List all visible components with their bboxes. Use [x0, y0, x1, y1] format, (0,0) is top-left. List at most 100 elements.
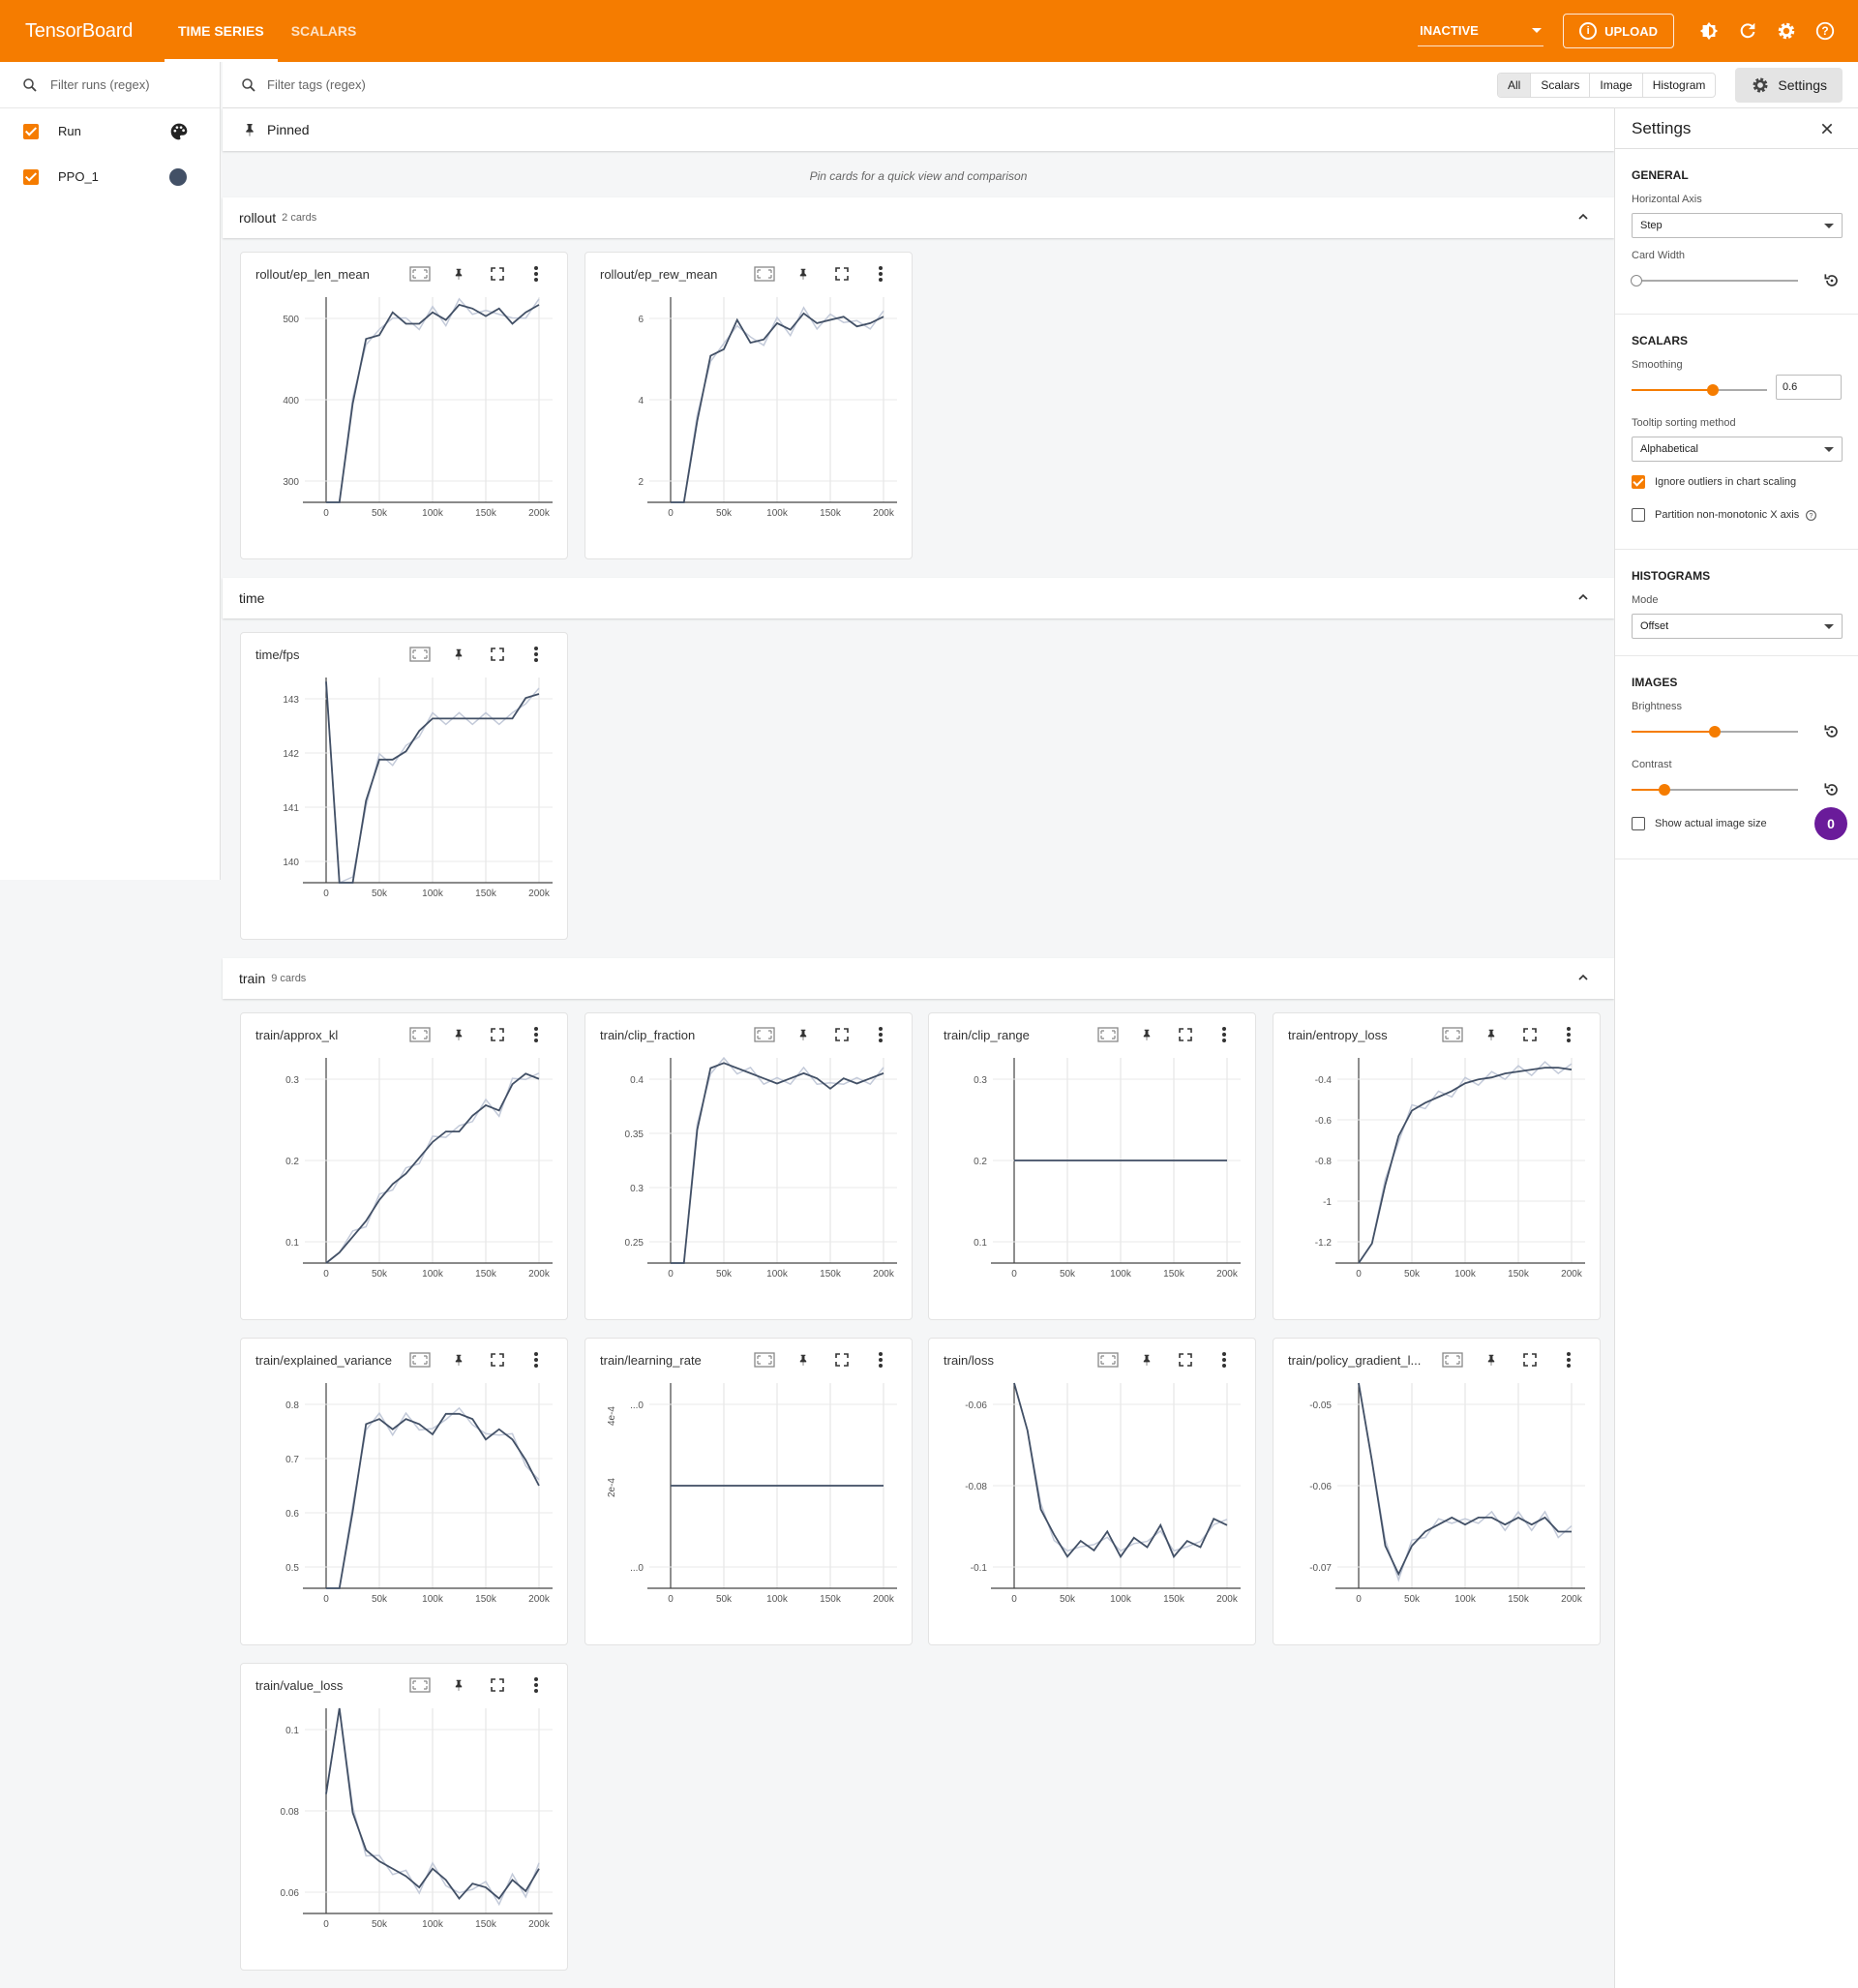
fit-domain-icon[interactable] [401, 645, 439, 664]
pin-icon[interactable] [439, 1675, 478, 1695]
tab-scalars[interactable]: SCALARS [278, 0, 371, 62]
fit-domain-icon[interactable] [401, 1025, 439, 1044]
tooltip-sort-select[interactable]: Alphabetical [1632, 437, 1843, 462]
slider-thumb[interactable] [1631, 275, 1642, 286]
fullscreen-icon[interactable] [1511, 1350, 1549, 1370]
fit-domain-icon[interactable] [745, 1025, 784, 1044]
pin-icon[interactable] [439, 264, 478, 284]
fit-domain-icon[interactable] [745, 1350, 784, 1370]
pin-icon[interactable] [439, 645, 478, 664]
fullscreen-icon[interactable] [478, 264, 517, 284]
pin-icon[interactable] [1127, 1350, 1166, 1370]
fullscreen-icon[interactable] [1166, 1025, 1205, 1044]
line-chart[interactable]: 0 50k 100k 150k 200k 143 142 141 140 [241, 672, 569, 941]
fullscreen-icon[interactable] [823, 1350, 861, 1370]
more-vert-icon[interactable] [517, 1350, 555, 1370]
type-all-button[interactable]: All [1498, 73, 1532, 97]
more-vert-icon[interactable] [517, 1675, 555, 1695]
line-chart[interactable]: 0 50k 100k 150k 200k 0.3 0.2 0.1 [241, 1052, 569, 1321]
more-vert-icon[interactable] [517, 264, 555, 284]
card-width-slider[interactable] [1631, 265, 1842, 296]
line-chart[interactable]: 0 50k 100k 150k 200k 0.3 0.2 0.1 [929, 1052, 1257, 1321]
run-filter[interactable]: Filter runs (regex) [0, 62, 220, 108]
run-color-swatch[interactable] [169, 167, 187, 186]
line-chart[interactable]: 0 50k 100k 150k 200k -0.05 -0.06 -0.07 [1274, 1377, 1602, 1646]
fullscreen-icon[interactable] [1166, 1350, 1205, 1370]
fit-domain-icon[interactable] [1433, 1350, 1472, 1370]
pin-icon[interactable] [439, 1025, 478, 1044]
pin-icon[interactable] [784, 264, 823, 284]
group-header-rollout[interactable]: rollout 2 cards [223, 197, 1614, 238]
fullscreen-icon[interactable] [478, 1675, 517, 1695]
partition-checkbox[interactable] [1632, 508, 1645, 522]
pin-icon[interactable] [439, 1350, 478, 1370]
slider-thumb[interactable] [1707, 384, 1719, 396]
pin-icon[interactable] [784, 1350, 823, 1370]
help-button[interactable]: ? [1806, 12, 1844, 50]
reset-icon[interactable] [1822, 780, 1842, 799]
more-vert-icon[interactable] [1205, 1025, 1244, 1044]
ignore-outliers-option[interactable]: Ignore outliers in chart scaling [1632, 475, 1842, 489]
more-vert-icon[interactable] [861, 264, 900, 284]
line-chart[interactable]: 0 50k 100k 150k 200k 500 400 300 [241, 291, 569, 560]
brightness-slider[interactable] [1632, 716, 1842, 747]
slider-thumb[interactable] [1709, 726, 1721, 738]
close-icon[interactable] [1819, 121, 1835, 136]
chevron-up-icon[interactable] [1575, 589, 1591, 605]
fit-domain-icon[interactable] [745, 264, 784, 284]
pin-icon[interactable] [1127, 1025, 1166, 1044]
reset-icon[interactable] [1822, 271, 1842, 290]
mode-select[interactable]: Offset [1632, 614, 1843, 639]
more-vert-icon[interactable] [861, 1025, 900, 1044]
pin-icon[interactable] [1472, 1350, 1511, 1370]
pin-icon[interactable] [1472, 1025, 1511, 1044]
tag-filter[interactable]: Filter tags (regex) [223, 76, 1497, 94]
fullscreen-icon[interactable] [478, 645, 517, 664]
fit-domain-icon[interactable] [1089, 1350, 1127, 1370]
chevron-up-icon[interactable] [1575, 970, 1591, 985]
horizontal-axis-select[interactable]: Step [1632, 213, 1843, 238]
line-chart[interactable]: 0 50k 100k 150k 200k -0.06 -0.08 -0.1 [929, 1377, 1257, 1646]
line-chart[interactable]: 0 50k 100k 150k 200k 0.1 0.08 0.06 [241, 1702, 569, 1972]
more-vert-icon[interactable] [517, 645, 555, 664]
ignore-outliers-checkbox[interactable] [1632, 475, 1645, 489]
chevron-up-icon[interactable] [1575, 209, 1591, 225]
reset-icon[interactable] [1822, 722, 1842, 741]
group-header-train[interactable]: train 9 cards [223, 958, 1614, 999]
run-checkbox[interactable] [23, 123, 39, 139]
show-actual-size-option[interactable]: Show actual image size 0 [1632, 807, 1847, 840]
line-chart[interactable]: 0 50k 100k 150k 200k 0.4 0.35 0.3 0.25 [585, 1052, 914, 1321]
settings-toggle-button[interactable]: Settings [1735, 67, 1843, 103]
run-item[interactable]: Run [0, 108, 220, 154]
more-vert-icon[interactable] [1549, 1025, 1588, 1044]
line-chart[interactable]: 0 50k 100k 150k 200k 0.8 0.7 0.6 0.5 [241, 1377, 569, 1646]
type-image-button[interactable]: Image [1590, 73, 1643, 97]
palette-icon[interactable] [169, 122, 189, 141]
fullscreen-icon[interactable] [478, 1350, 517, 1370]
partition-option[interactable]: Partition non-monotonic X axis ? [1632, 508, 1842, 522]
type-scalars-button[interactable]: Scalars [1531, 73, 1591, 97]
type-histogram-button[interactable]: Histogram [1643, 74, 1716, 97]
smoothing-slider[interactable]: 0.6 [1632, 375, 1842, 406]
fullscreen-icon[interactable] [823, 264, 861, 284]
dark-mode-button[interactable] [1690, 12, 1728, 50]
notification-badge[interactable]: 0 [1814, 807, 1847, 840]
line-chart[interactable]: 0 50k 100k 150k 200k ...0 ...0 4e-4 2e-4 [585, 1377, 914, 1646]
group-header-time[interactable]: time [223, 578, 1614, 618]
more-vert-icon[interactable] [517, 1025, 555, 1044]
fit-domain-icon[interactable] [401, 264, 439, 284]
contrast-slider[interactable] [1632, 774, 1842, 805]
tab-time-series[interactable]: TIME SERIES [165, 0, 278, 62]
upload-button[interactable]: i UPLOAD [1563, 14, 1674, 48]
more-vert-icon[interactable] [1205, 1350, 1244, 1370]
run-item[interactable]: PPO_1 [0, 154, 220, 199]
reload-button[interactable] [1728, 12, 1767, 50]
status-dropdown[interactable]: INACTIVE [1418, 15, 1544, 46]
help-icon[interactable]: ? [1805, 509, 1817, 522]
pin-icon[interactable] [784, 1025, 823, 1044]
fullscreen-icon[interactable] [478, 1025, 517, 1044]
smoothing-input[interactable]: 0.6 [1776, 375, 1842, 400]
fit-domain-icon[interactable] [401, 1675, 439, 1695]
fullscreen-icon[interactable] [1511, 1025, 1549, 1044]
run-checkbox[interactable] [23, 168, 39, 185]
